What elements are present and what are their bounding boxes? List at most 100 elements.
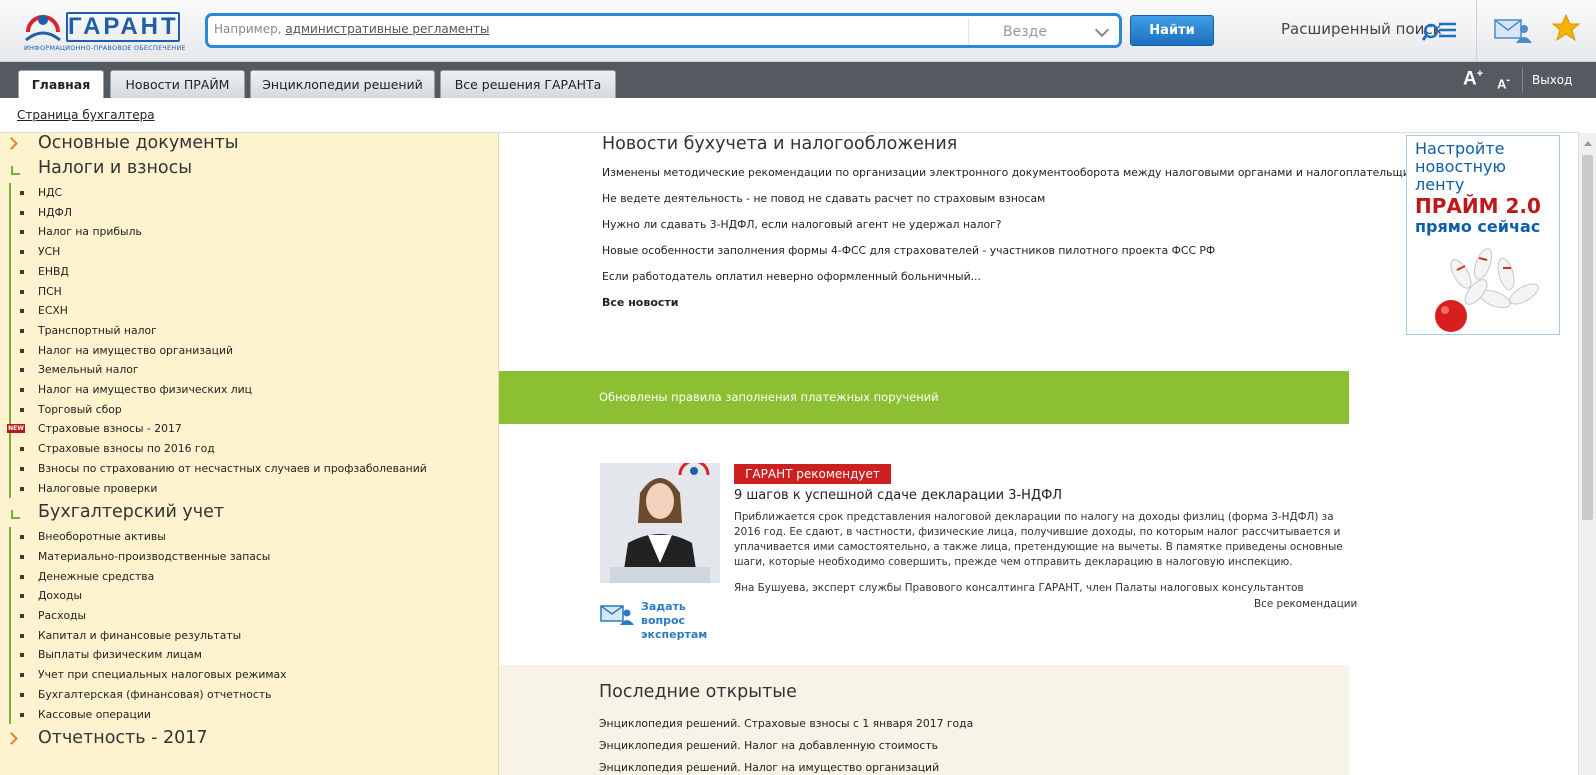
scrollbar-thumb[interactable]: [1582, 155, 1593, 520]
sidebar-section-2[interactable]: Бухгалтерский учет: [0, 502, 498, 526]
sidebar-item[interactable]: Выплаты физическим лицам: [0, 646, 498, 664]
news-section-title: Новости бухучета и налогообложения: [602, 134, 958, 154]
search-box[interactable]: Например, административные регламенты Ве…: [205, 13, 1122, 48]
sidebar-item-label: Расходы: [38, 609, 87, 622]
sidebar-item[interactable]: Доходы: [0, 587, 498, 605]
ask-expert-icon[interactable]: [600, 603, 634, 625]
sidebar-item-label: Налоговые проверки: [38, 481, 158, 495]
sidebar-item[interactable]: Денежные средства: [0, 568, 498, 586]
sidebar-item-label: Денежные средства: [38, 569, 155, 583]
announcement-text: Обновлены правила заполнения платежных п…: [599, 390, 939, 404]
sidebar-item[interactable]: ЕНВД: [0, 263, 498, 281]
sidebar-section-0[interactable]: Основные документы: [0, 133, 498, 157]
news-item[interactable]: Нужно ли сдавать 3-НДФЛ, если налоговый …: [602, 218, 1002, 231]
sidebar-item[interactable]: Материально-производственные запасы: [0, 548, 498, 566]
sidebar-item-label: НДС: [38, 186, 63, 199]
sidebar-item-label: Материально-производственные запасы: [38, 549, 271, 563]
news-item[interactable]: Если работодатель оплатил неверно оформл…: [602, 270, 981, 283]
recommendation-title[interactable]: 9 шагов к успешной сдаче декларации 3-НД…: [734, 488, 1062, 503]
sidebar-item[interactable]: НДС: [0, 184, 498, 202]
bullet-icon: [20, 692, 24, 697]
sidebar-item[interactable]: Налог на имущество физических лиц: [0, 381, 498, 399]
sidebar-item[interactable]: Внеоборотные активы: [0, 528, 498, 546]
sidebar-item[interactable]: Взносы по страхованию от несчастных случ…: [0, 460, 498, 478]
sidebar-section-title: Отчетность - 2017: [38, 728, 208, 749]
sidebar-item[interactable]: Налоговые проверки: [0, 480, 498, 498]
sidebar-item[interactable]: Бухгалтерская (финансовая) отчетность: [0, 686, 498, 704]
recent-item[interactable]: Энциклопедия решений. Страховые взносы с…: [599, 717, 973, 730]
font-decrease-label: A: [1497, 76, 1507, 92]
sidebar-item[interactable]: Расходы: [0, 607, 498, 625]
sidebar-item[interactable]: Учет при специальных налоговых режимах: [0, 666, 498, 684]
promo-line2: ПРАЙМ 2.0: [1415, 194, 1541, 218]
search-button[interactable]: Найти: [1130, 15, 1214, 46]
sidebar-item[interactable]: NEW Страховые взносы - 2017: [0, 420, 498, 438]
sidebar-item[interactable]: Налог на имущество организаций: [0, 342, 498, 360]
announcement-banner[interactable]: Обновлены правила заполнения платежных п…: [499, 371, 1349, 424]
font-increase-button[interactable]: A+: [1463, 68, 1483, 90]
tab-prime-news[interactable]: Новости ПРАЙМ: [110, 70, 245, 98]
tab-encyclopedia[interactable]: Энциклопедии решений: [250, 70, 435, 98]
star-icon[interactable]: [1551, 13, 1581, 43]
collapse-icon[interactable]: [7, 507, 20, 521]
bullet-icon: [20, 673, 24, 678]
tabbar-divider: [1522, 67, 1523, 93]
bullet-icon: [20, 230, 24, 235]
bullet-icon: [20, 447, 24, 452]
ask-expert-link[interactable]: Задать вопрос экспертам: [641, 600, 731, 642]
advanced-search-link[interactable]: Расширенный поиск: [1281, 20, 1442, 38]
search-scope-select[interactable]: Везде: [968, 18, 1118, 44]
expand-icon[interactable]: [7, 138, 19, 152]
sidebar-item[interactable]: Торговый сбор: [0, 401, 498, 419]
sidebar-item-label: ЕСХН: [38, 304, 68, 318]
logout-link[interactable]: Выход: [1532, 73, 1572, 87]
recommendation-badge: ГАРАНТ рекомендует: [734, 464, 891, 484]
bullet-icon: [20, 614, 24, 618]
all-news-link[interactable]: Все новости: [602, 296, 678, 309]
sidebar-item[interactable]: Транспортный налог: [0, 322, 498, 340]
expand-icon[interactable]: [7, 733, 19, 747]
sidebar-item-label: НДФЛ: [38, 205, 72, 219]
breadcrumb[interactable]: Страница бухгалтера: [17, 108, 155, 122]
garant-logo[interactable]: ГАРАНТ ИНФОРМАЦИОННО-ПРАВОВОЕ ОБЕСПЕЧЕНИ…: [22, 10, 186, 54]
all-recommendations-link[interactable]: Все рекомендации: [1254, 598, 1357, 610]
news-item[interactable]: Не ведете деятельность - не повод не сда…: [602, 192, 1045, 205]
font-decrease-button[interactable]: A-: [1497, 74, 1510, 91]
search-placeholder-prefix: Например,: [214, 22, 282, 36]
sidebar-item[interactable]: Капитал и финансовые результаты: [0, 627, 498, 645]
sidebar-item[interactable]: УСН: [0, 243, 498, 261]
search-input[interactable]: Например, административные регламенты: [214, 22, 954, 40]
bullet-icon: [20, 407, 24, 412]
logo-wordmark: ГАРАНТ: [66, 12, 180, 42]
scroll-up-icon[interactable]: [1584, 141, 1592, 146]
collapse-icon[interactable]: [7, 163, 20, 177]
sidebar-item[interactable]: Налог на прибыль: [0, 223, 498, 241]
sidebar-item[interactable]: ЕСХН: [0, 302, 498, 320]
sidebar-section-3[interactable]: Отчетность - 2017: [0, 728, 498, 752]
scrollbar[interactable]: [1578, 133, 1596, 775]
mail-user-icon[interactable]: [1494, 17, 1532, 43]
expert-photo: [600, 463, 720, 583]
promo-banner[interactable]: Настройте новостную ленту ПРАЙМ 2.0 прям…: [1406, 135, 1560, 335]
advanced-search-icon[interactable]: [1422, 19, 1458, 41]
tab-all-solutions[interactable]: Все решения ГАРАНТа: [440, 70, 616, 98]
news-item[interactable]: Изменены методические рекомендации по ор…: [602, 166, 1438, 179]
recent-item[interactable]: Энциклопедия решений. Налог на добавленн…: [599, 739, 938, 752]
news-item[interactable]: Новые особенности заполнения формы 4-ФСС…: [602, 244, 1215, 257]
sidebar-item[interactable]: ПСН: [0, 283, 498, 301]
bullet-icon: [20, 309, 24, 314]
bullet-icon: [20, 289, 24, 294]
sidebar-item[interactable]: НДФЛ: [0, 204, 498, 222]
bowling-pins-icon: [1435, 248, 1539, 332]
recent-documents-title: Последние открытые: [599, 682, 797, 702]
sidebar-item[interactable]: Кассовые операции: [0, 706, 498, 724]
sidebar-item-label: Выплаты физическим лицам: [38, 648, 202, 662]
tab-home[interactable]: Главная: [18, 70, 104, 98]
sidebar-section-1[interactable]: Налоги и взносы: [0, 158, 498, 182]
search-placeholder-example[interactable]: административные регламенты: [285, 22, 489, 36]
bullet-icon: [20, 191, 24, 195]
sidebar-item[interactable]: Страховые взносы по 2016 год: [0, 440, 498, 458]
sidebar-item[interactable]: Земельный налог: [0, 361, 498, 379]
recent-item[interactable]: Энциклопедия решений. Налог на имущество…: [599, 761, 939, 774]
bullet-icon: [20, 466, 24, 471]
